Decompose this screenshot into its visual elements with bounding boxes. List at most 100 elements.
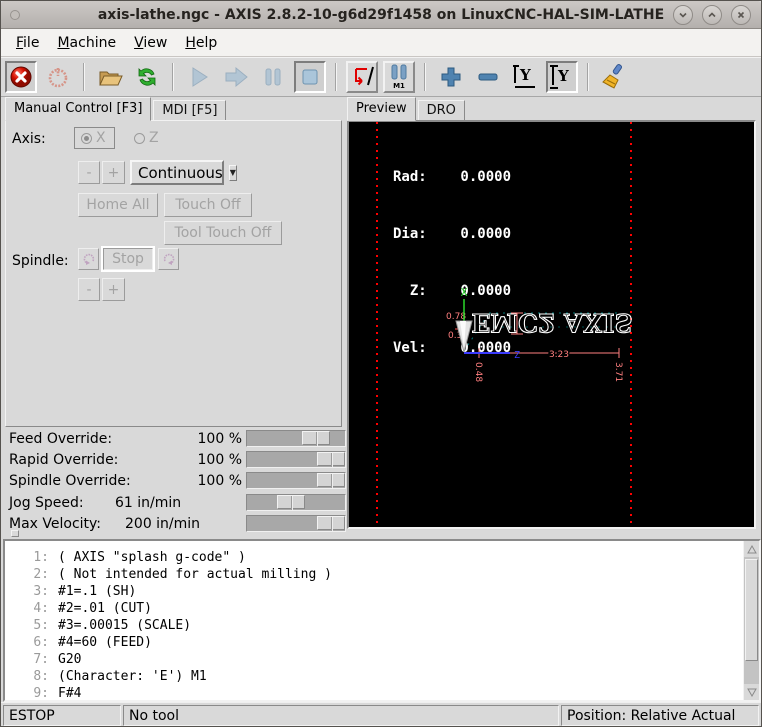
zoom-in-icon [440, 66, 462, 88]
tab-mdi[interactable]: MDI [F5] [153, 100, 226, 121]
gcode-line-number: 5: [5, 617, 49, 634]
radio-z-icon [134, 133, 145, 144]
estop-button[interactable] [5, 61, 37, 93]
pane-sash-grip[interactable] [11, 530, 19, 537]
chevron-up-icon [707, 10, 717, 20]
scrollbar-track[interactable] [744, 557, 759, 684]
skip-lines-icon [350, 65, 374, 89]
scrollbar-thumb[interactable] [745, 559, 758, 661]
skip-lines-toggle[interactable] [346, 61, 378, 93]
machine-power-button[interactable] [42, 61, 74, 93]
zoom-in-button[interactable] [435, 61, 467, 93]
run-button[interactable] [183, 61, 215, 93]
scroll-up-arrow[interactable] [744, 541, 759, 557]
window-title: axis-lathe.ngc - AXIS 2.8.2-10-g6d29f145… [1, 7, 761, 23]
gcode-line[interactable]: 6:#4=60 (FEED) [5, 634, 743, 651]
preview-canvas[interactable]: Rad:0.0000 Dia:0.0000 Z:0.0000 Vel:0.000… [349, 122, 754, 527]
gcode-line[interactable]: 3:#1=.1 (SH) [5, 583, 743, 600]
preview-scene: EMC2 AXIS 3.23 0.48 3.71 0.78 [349, 122, 754, 527]
gcode-scrollbar[interactable] [743, 541, 759, 700]
control-panel: Manual Control [F3] MDI [F5] Axis: X Z -… [5, 99, 343, 533]
menu-help[interactable]: Help [176, 31, 226, 55]
gcode-line[interactable]: 5:#3=.00015 (SCALE) [5, 617, 743, 634]
gcode-line-number: 4: [5, 600, 49, 617]
chevron-down-icon [678, 10, 688, 20]
view-y2-button[interactable]: Y [546, 61, 578, 93]
spindle-cw-button[interactable] [158, 248, 179, 270]
tool-touch-off-button[interactable]: Tool Touch Off [164, 221, 282, 245]
spindle-stop-button[interactable]: Stop [103, 248, 153, 270]
slider-thumb[interactable] [302, 431, 330, 445]
jog-mode-dropdown[interactable]: Continuous ▼ [130, 160, 224, 185]
maximize-button[interactable] [702, 5, 722, 25]
axis-z-radio[interactable]: Z [134, 130, 159, 146]
stop-button[interactable] [294, 61, 326, 93]
axis-z-label: Z [149, 130, 159, 146]
gcode-text[interactable]: 1:( AXIS "splash g-code" ) 2:( Not inten… [5, 541, 743, 700]
status-tool: No tool [123, 705, 559, 726]
pause-button[interactable] [257, 61, 289, 93]
spindle-plus-button[interactable]: + [102, 278, 125, 301]
gcode-line-number: 9: [5, 685, 49, 700]
stop-icon [299, 66, 321, 88]
gcode-listing[interactable]: 1:( AXIS "splash g-code" ) 2:( Not inten… [3, 539, 761, 702]
menu-file[interactable]: File [7, 31, 48, 55]
gcode-line[interactable]: 1:( AXIS "splash g-code" ) [5, 549, 743, 566]
close-button[interactable] [731, 5, 751, 25]
manual-control-frame: Axis: X Z - + Continuous ▼ Home All Touc… [5, 120, 342, 427]
tab-dro[interactable]: DRO [418, 100, 465, 121]
clear-plot-button[interactable] [598, 61, 630, 93]
slider-thumb[interactable] [277, 495, 305, 509]
scroll-down-arrow[interactable] [744, 684, 759, 700]
reload-button[interactable] [131, 61, 163, 93]
jog-mode-value: Continuous [138, 164, 223, 182]
folder-icon [97, 64, 123, 90]
gcode-line[interactable]: 9:F#4 [5, 685, 743, 700]
spindle-minus-button[interactable]: - [78, 278, 100, 301]
slider-thumb[interactable] [317, 473, 345, 487]
spindle-cw-icon [162, 252, 176, 266]
spindle-override-slider[interactable] [246, 472, 346, 489]
titlebar[interactable]: axis-lathe.ngc - AXIS 2.8.2-10-g6d29f145… [1, 1, 761, 29]
gcode-line[interactable]: 2:( Not intended for actual milling ) [5, 566, 743, 583]
slider-thumb[interactable] [317, 516, 345, 530]
jog-plus-button[interactable]: + [102, 161, 125, 184]
tab-preview[interactable]: Preview [347, 97, 416, 121]
gcode-line[interactable]: 4:#2=.01 (CUT) [5, 600, 743, 617]
jog-speed-slider[interactable] [246, 494, 346, 511]
preview-canvas-box: Rad:0.0000 Dia:0.0000 Z:0.0000 Vel:0.000… [347, 120, 756, 529]
zoom-out-button[interactable] [472, 61, 504, 93]
minimize-button[interactable] [673, 5, 693, 25]
toolbar-separator [424, 63, 426, 91]
gcode-line[interactable]: 8:(Character: 'E') M1 [5, 668, 743, 685]
rapid-override-slider[interactable] [246, 451, 346, 468]
menu-view[interactable]: View [125, 31, 176, 55]
pause-icon [262, 66, 284, 88]
gcode-line-text: G20 [49, 651, 81, 668]
optional-pause-toggle[interactable]: M1 [383, 61, 415, 93]
touch-off-button[interactable]: Touch Off [164, 193, 252, 217]
step-arrow-icon [223, 64, 249, 90]
view-y2-icon: Y [550, 65, 574, 89]
feed-override-slider[interactable] [246, 430, 346, 447]
gcode-line-text: F#4 [49, 685, 81, 700]
gcode-line[interactable]: 7:G20 [5, 651, 743, 668]
spindle-label: Spindle: [12, 253, 69, 269]
rapid-override-row: Rapid Override: 100 % [5, 450, 343, 470]
menu-machine[interactable]: Machine [48, 31, 125, 55]
max-velocity-row: Max Velocity: 200 in/min [5, 514, 343, 534]
slider-thumb[interactable] [317, 452, 345, 466]
max-velocity-slider[interactable] [246, 515, 346, 532]
open-file-button[interactable] [94, 61, 126, 93]
axis-x-radio[interactable]: X [74, 127, 115, 149]
menubar: File Machine View Help [1, 29, 761, 57]
tab-manual-control[interactable]: Manual Control [F3] [5, 97, 151, 121]
zoom-out-icon [477, 66, 499, 88]
home-all-button[interactable]: Home All [78, 193, 158, 217]
jog-minus-button[interactable]: - [78, 161, 100, 184]
step-button[interactable] [220, 61, 252, 93]
view-y-button[interactable]: Y [509, 61, 541, 93]
gcode-line-number: 6: [5, 634, 49, 651]
gcode-line-text: #1=.1 (SH) [49, 583, 136, 600]
spindle-ccw-button[interactable] [78, 248, 99, 270]
